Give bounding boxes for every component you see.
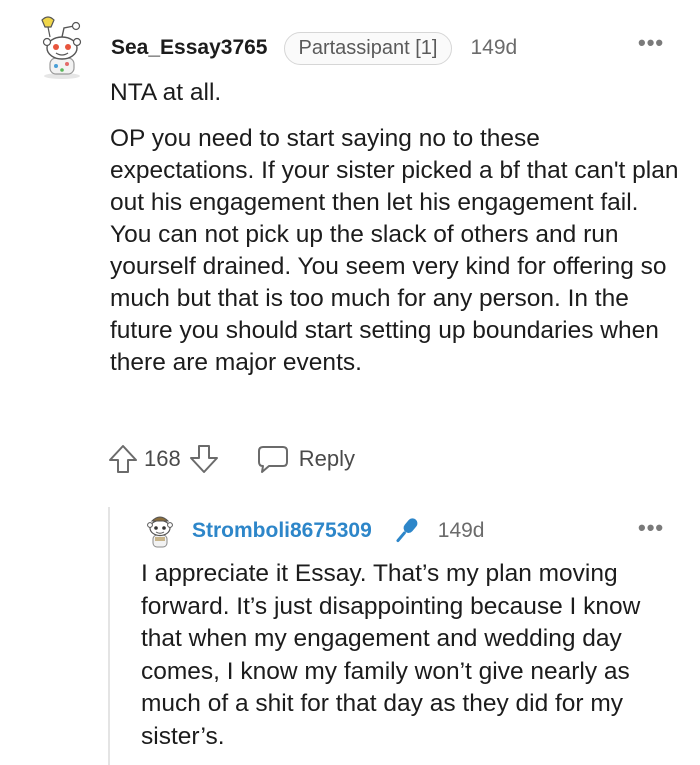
vote-score: 168 (144, 446, 181, 471)
user-flair: Partassipant [1] (283, 31, 453, 65)
username[interactable]: Sea_Essay3765 (111, 36, 268, 60)
more-options-button[interactable]: ••• (638, 30, 664, 56)
thread-line[interactable] (108, 507, 110, 765)
microphone-icon (388, 514, 424, 548)
reply-button[interactable]: Reply (255, 442, 355, 476)
snoo-avatar-icon (41, 16, 82, 79)
comment-header: Sea_Essay3765 Partassipant [1] 149d (111, 31, 517, 65)
op-username[interactable]: Stromboli8675309 (192, 519, 372, 543)
comment-actions: 168 Reply (106, 441, 355, 477)
timestamp: 149d (470, 36, 518, 59)
comment-body: I appreciate it Essay. That’s my plan mo… (141, 560, 641, 750)
comment-paragraph: NTA at all. (110, 79, 222, 106)
more-options-button[interactable]: ••• (638, 515, 664, 541)
speech-bubble-icon (255, 442, 291, 476)
downvote-icon[interactable] (187, 442, 221, 476)
reply-label: Reply (298, 446, 355, 471)
comment-header: Stromboli8675309 149d (192, 515, 484, 547)
upvote-icon[interactable] (106, 442, 140, 476)
user-avatar[interactable] (34, 14, 90, 80)
user-avatar[interactable] (144, 511, 176, 551)
timestamp: 149d (437, 519, 485, 542)
snoo-avatar-icon (147, 516, 173, 548)
comment-paragraph: OP you need to start saying no to these … (110, 125, 679, 376)
comment-body: NTA at all. OP you need to start saying … (110, 77, 680, 393)
